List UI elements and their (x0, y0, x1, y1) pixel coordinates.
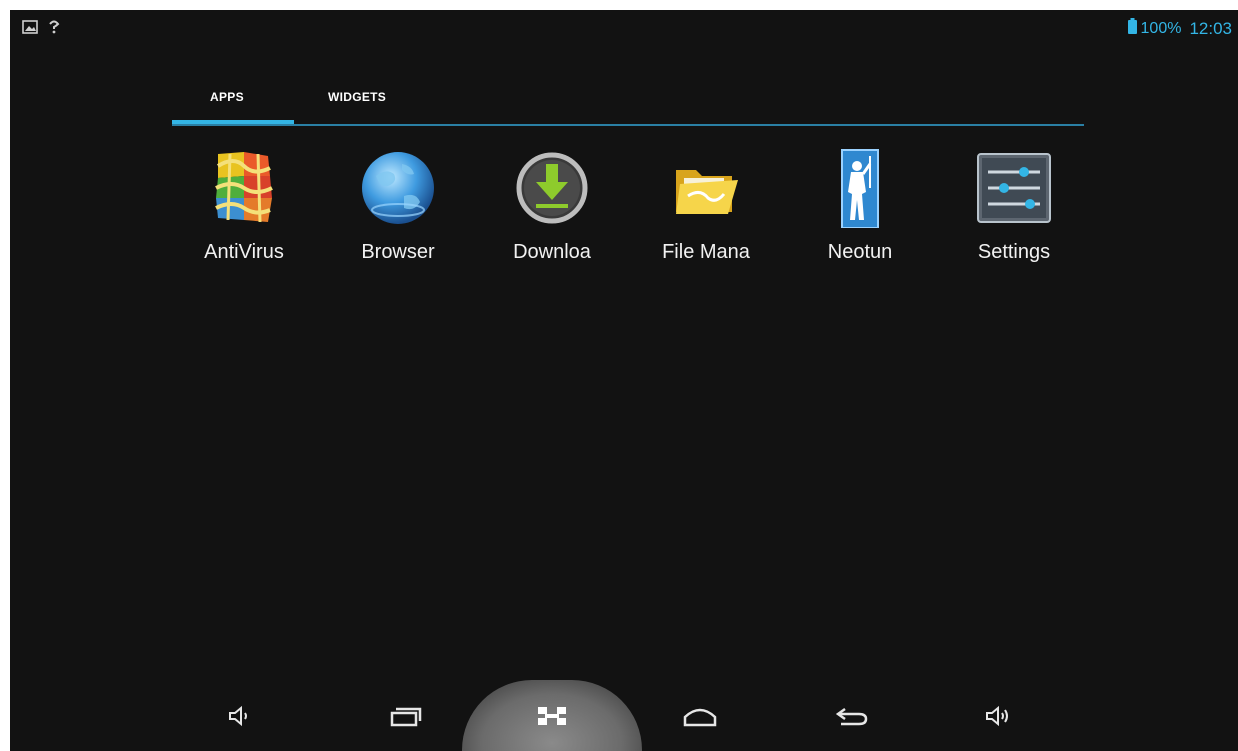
screenshot-button[interactable] (522, 700, 582, 736)
volume-up-button[interactable] (968, 700, 1028, 736)
home-icon (682, 705, 718, 732)
screenshot-icon (536, 705, 568, 732)
app-label: Neotun (827, 241, 893, 263)
download-icon (512, 148, 592, 228)
folder-icon (666, 148, 746, 228)
app-label: AntiVirus (204, 241, 284, 263)
clock: 12:03 (1189, 18, 1232, 38)
navigation-bar (10, 680, 1238, 751)
battery-percent: 100% (1140, 19, 1182, 37)
app-settings[interactable]: Settings (950, 148, 1078, 278)
battery-icon (1127, 18, 1137, 39)
neotun-figure-icon (820, 148, 900, 228)
app-file-manager[interactable]: File Mana (642, 148, 770, 278)
avg-antivirus-icon (204, 148, 284, 228)
home-button[interactable] (670, 700, 730, 736)
tab-bar: APPS WIDGETS (172, 82, 1084, 130)
wifi-question-icon (48, 20, 60, 39)
recent-apps-button[interactable] (376, 700, 436, 736)
app-label: Browser (361, 241, 435, 263)
volume-down-button[interactable] (210, 700, 270, 736)
app-label: Settings (977, 241, 1051, 263)
back-icon (835, 705, 869, 732)
app-label: Downloa (513, 241, 591, 263)
picture-notification-icon (22, 20, 38, 39)
android-screen: 100% 12:03 APPS WIDGETS AntiVirus Browse… (10, 10, 1238, 751)
volume-up-icon (984, 705, 1012, 732)
volume-down-icon (227, 705, 253, 732)
tab-apps[interactable]: APPS (210, 90, 244, 104)
app-downloads[interactable]: Downloa (488, 148, 616, 278)
tab-divider (172, 124, 1084, 126)
app-grid: AntiVirus Browser Downloa File Mana Neot… (180, 148, 1080, 288)
back-button[interactable] (822, 700, 882, 736)
settings-sliders-icon (974, 148, 1054, 228)
app-browser[interactable]: Browser (334, 148, 462, 278)
tab-widgets[interactable]: WIDGETS (328, 90, 386, 104)
app-neotun[interactable]: Neotun (796, 148, 924, 278)
globe-icon (358, 148, 438, 228)
recent-apps-icon (389, 705, 423, 732)
app-label: File Mana (662, 241, 750, 263)
app-antivirus[interactable]: AntiVirus (180, 148, 308, 278)
status-bar: 100% 12:03 (10, 10, 1238, 46)
